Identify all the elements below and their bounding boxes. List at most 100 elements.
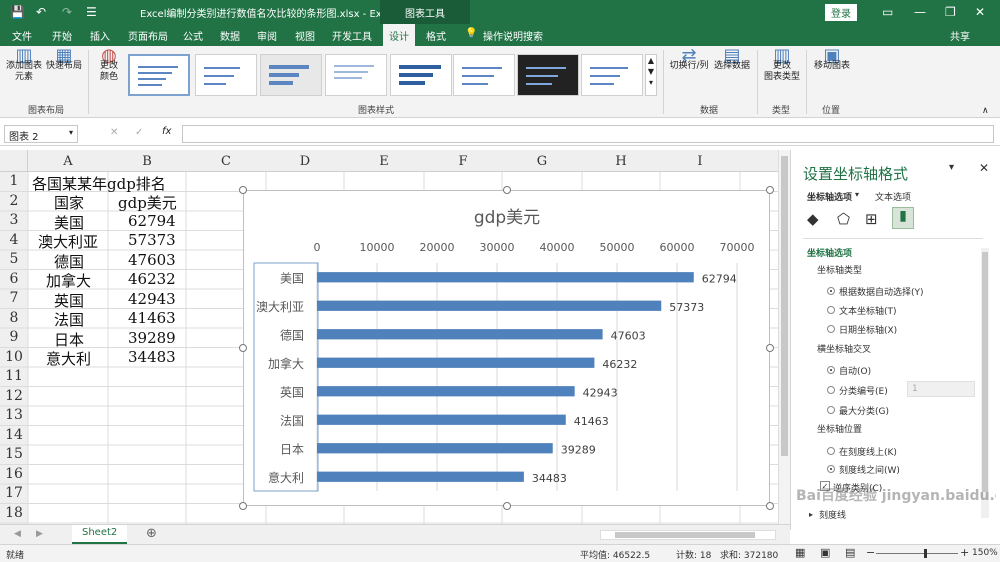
prev-sheet-icon[interactable]: ◀ [14, 529, 21, 539]
zoom-slider-thumb[interactable] [924, 549, 927, 558]
cell-value[interactable]: 46232 [128, 270, 176, 288]
label-date-axis[interactable]: 日期坐标轴(X) [839, 323, 897, 336]
tab-axis-options[interactable]: 坐标轴选项 [807, 190, 852, 203]
tab-insert[interactable]: 插入 [90, 28, 110, 43]
add-sheet-icon[interactable]: ⊕ [146, 526, 157, 541]
restore-icon[interactable]: ❐ [945, 5, 956, 19]
page-break-view-icon[interactable]: ▤ [845, 546, 855, 559]
cell-value[interactable]: 34483 [128, 348, 176, 366]
cell-country[interactable]: 德国 [54, 251, 84, 272]
label-cross-auto[interactable]: 自动(O) [839, 364, 871, 377]
tab-text-options[interactable]: 文本选项 [875, 190, 911, 203]
pane-close-icon[interactable]: ✕ [979, 161, 989, 175]
row-header[interactable]: 12 [0, 388, 28, 404]
pane-options-icon[interactable]: ▾ [949, 162, 954, 173]
row-header[interactable]: 11 [0, 368, 28, 384]
share-button[interactable]: 共享 [950, 28, 970, 43]
cell-header-country[interactable]: 国家 [54, 192, 84, 213]
ribbon-options-icon[interactable]: ▭ [882, 5, 893, 19]
label-auto-select[interactable]: 根据数据自动选择(Y) [839, 285, 924, 298]
row-header[interactable]: 7 [0, 290, 28, 306]
zoom-in-icon[interactable]: + [960, 546, 969, 559]
row-header[interactable]: 13 [0, 407, 28, 423]
row-header[interactable]: 6 [0, 271, 28, 287]
radio-on-tick-marks[interactable] [827, 447, 835, 455]
chart-style-4[interactable] [325, 54, 387, 96]
chart-title[interactable]: gdp美元 [474, 208, 540, 228]
change-colors-button[interactable]: ◍ 更改 颜色 [92, 47, 126, 83]
scrollbar-thumb[interactable] [615, 532, 755, 538]
resize-handle[interactable] [766, 186, 774, 194]
function-icon[interactable]: fx [162, 126, 171, 137]
cell-value[interactable]: 39289 [128, 329, 176, 347]
resize-handle[interactable] [239, 344, 247, 352]
zoom-out-icon[interactable]: − [866, 546, 875, 559]
row-header[interactable]: 4 [0, 232, 28, 248]
chart-style-5[interactable] [390, 54, 452, 96]
styles-scroll[interactable]: ▲ ▼ ▾ [645, 54, 657, 96]
redo-icon[interactable]: ↷ [62, 5, 72, 19]
cell-country[interactable]: 美国 [54, 212, 84, 233]
column-header[interactable]: F [424, 154, 502, 169]
row-header[interactable]: 1 [0, 173, 28, 189]
section-axis-options[interactable]: 坐标轴选项 [807, 246, 852, 259]
tab-design[interactable]: 设计 [383, 24, 415, 46]
column-header[interactable]: A [28, 154, 108, 169]
chart-style-8[interactable] [581, 54, 643, 96]
resize-handle[interactable] [239, 502, 247, 510]
column-header[interactable]: D [266, 154, 344, 169]
row-header[interactable]: 8 [0, 310, 28, 326]
label-cross-max[interactable]: 最大分类(G) [839, 404, 889, 417]
row-header[interactable]: 5 [0, 251, 28, 267]
tab-data[interactable]: 数据 [220, 28, 240, 43]
tab-formulas[interactable]: 公式 [183, 28, 203, 43]
row-header[interactable]: 2 [0, 193, 28, 209]
quick-layout-button[interactable]: ▦ 快速布局 [46, 47, 82, 72]
tab-axis-dropdown-icon[interactable]: ▾ [855, 190, 859, 199]
cell-value[interactable]: 41463 [128, 309, 176, 327]
select-data-button[interactable]: ▤ 选择数据 [712, 47, 752, 72]
cell-country[interactable]: 英国 [54, 290, 84, 311]
resize-handle[interactable] [503, 186, 511, 194]
fill-line-icon[interactable]: ◆ [807, 210, 819, 228]
category-axis[interactable]: 美国澳大利亚德国加拿大英国法国日本意大利 [256, 271, 304, 485]
cell-country[interactable]: 日本 [54, 329, 84, 350]
cell-value[interactable]: 62794 [128, 212, 176, 230]
tab-file[interactable]: 文件 [12, 28, 32, 43]
resize-handle[interactable] [239, 186, 247, 194]
formula-input[interactable] [182, 125, 994, 143]
chart-style-7[interactable] [517, 54, 579, 96]
horizontal-scrollbar[interactable] [600, 530, 776, 540]
radio-cross-category[interactable] [827, 386, 835, 394]
next-sheet-icon[interactable]: ▶ [36, 529, 43, 539]
chart-object[interactable]: gdp美元 0 10000 20000 30000 40000 50000 60000 700… [243, 190, 770, 506]
select-all-corner[interactable] [0, 150, 28, 172]
row-header[interactable]: 18 [0, 505, 28, 521]
page-layout-view-icon[interactable]: ▣ [820, 546, 830, 559]
row-header[interactable]: 9 [0, 329, 28, 345]
resize-handle[interactable] [503, 502, 511, 510]
resize-handle[interactable] [766, 502, 774, 510]
scrollbar-thumb[interactable] [781, 156, 788, 456]
cell-a1-title[interactable]: 各国某某年gdp排名 [32, 173, 166, 194]
row-header[interactable]: 17 [0, 485, 28, 501]
move-chart-button[interactable]: ▣ 移动图表 [812, 47, 852, 72]
cell-value[interactable]: 57373 [128, 231, 176, 249]
radio-text-axis[interactable] [827, 306, 835, 314]
name-box[interactable]: 图表 2 ▾ [4, 125, 78, 143]
cancel-icon[interactable]: ✕ [110, 127, 118, 138]
radio-auto-select[interactable] [827, 287, 835, 295]
tab-view[interactable]: 视图 [295, 28, 315, 43]
collapse-ribbon-icon[interactable]: ∧ [982, 106, 989, 116]
minimize-icon[interactable]: — [914, 5, 926, 19]
row-header[interactable]: 10 [0, 349, 28, 365]
radio-between-tick-marks[interactable] [827, 465, 835, 473]
chart-style-2[interactable] [195, 54, 257, 96]
close-icon[interactable]: ✕ [975, 5, 985, 19]
effects-icon[interactable]: ⬠ [837, 210, 850, 228]
axis-options-icon[interactable]: ▮ [892, 207, 914, 229]
cell-value[interactable]: 42943 [128, 290, 176, 308]
column-header[interactable]: I [660, 154, 740, 169]
tell-me-search[interactable]: 操作说明搜索 [483, 28, 543, 43]
tab-developer[interactable]: 开发工具 [332, 28, 372, 43]
